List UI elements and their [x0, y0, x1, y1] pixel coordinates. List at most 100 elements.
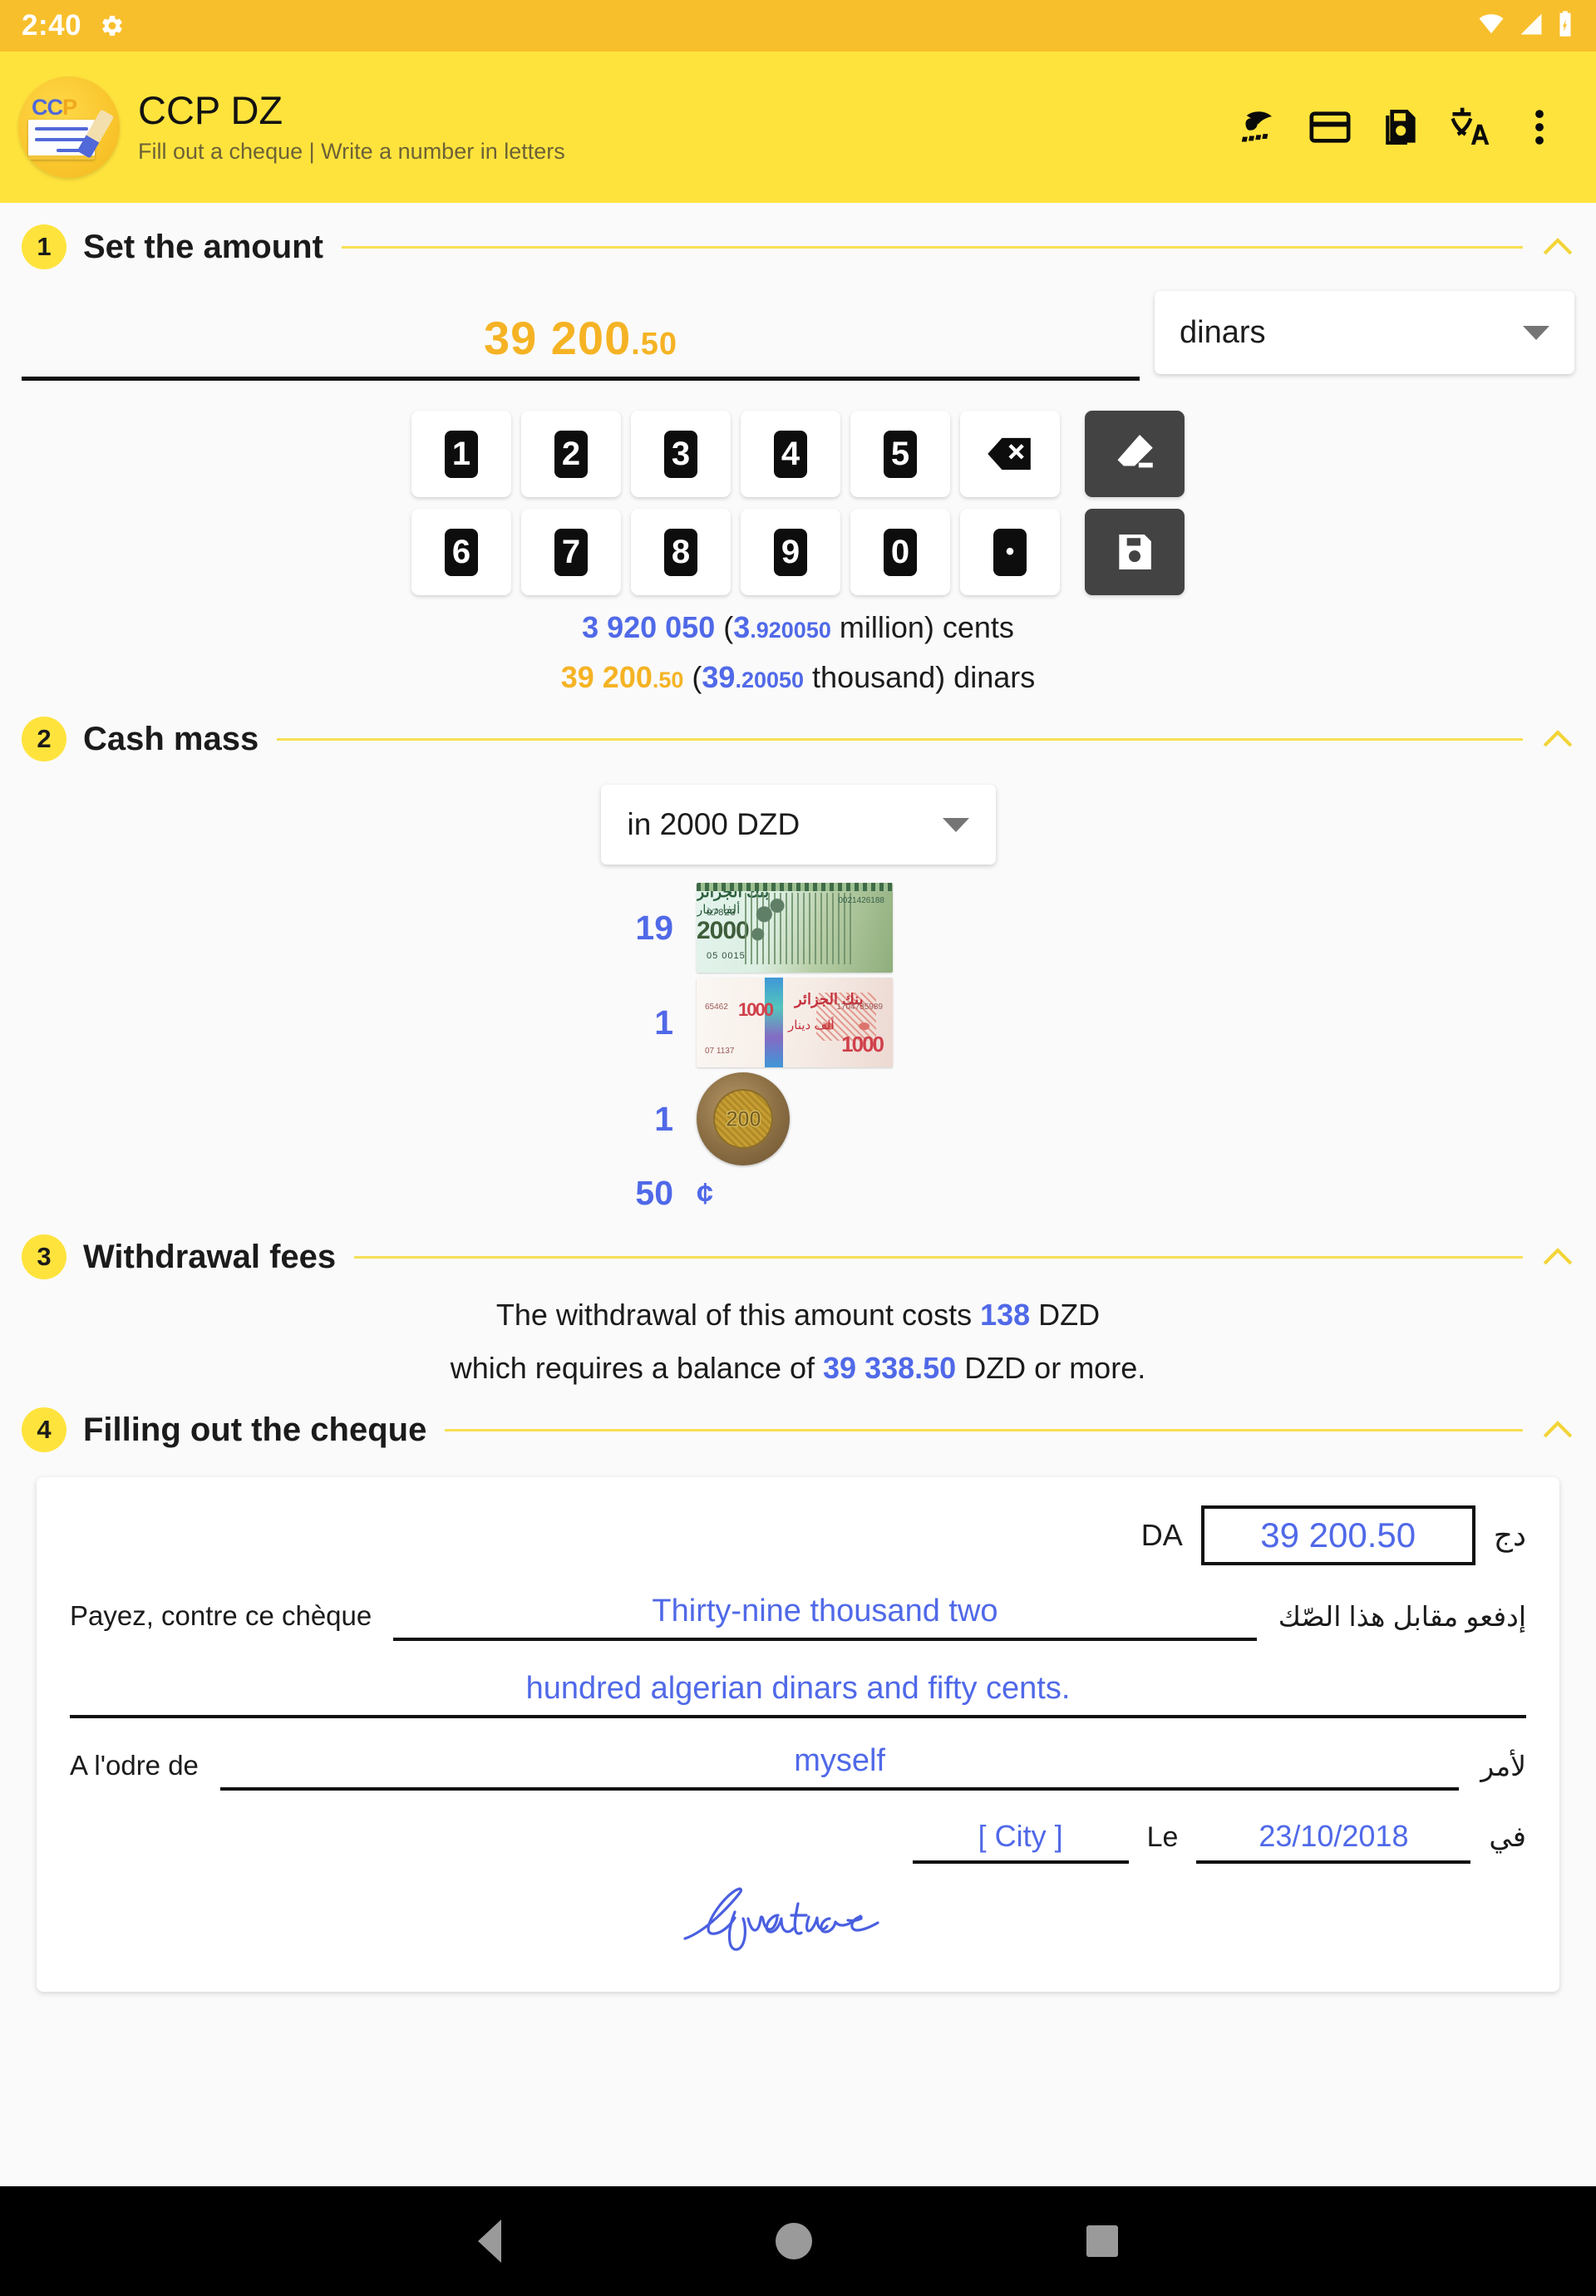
- amount-input-row: 39 200.50 dinars: [0, 291, 1596, 381]
- banknote-2000-dzd-icon: 07823 05 0015 0021426188 بنك الجزائر ألف…: [697, 883, 893, 973]
- cheque-words-line-2[interactable]: hundred algerian dinars and fifty cents.: [70, 1653, 1526, 1718]
- gear-icon: [100, 13, 125, 38]
- date-label-le: Le: [1146, 1821, 1179, 1853]
- currency-select[interactable]: dinars: [1155, 291, 1574, 374]
- erase-key[interactable]: [1085, 411, 1185, 497]
- keypad-row-1: 1 2 3 4 5: [411, 411, 1185, 497]
- denom-count: 19: [635, 908, 673, 947]
- denomination-breakdown: 19 07823 05 0015 0021426188 بنك الجزائر …: [0, 883, 1596, 1213]
- key-0[interactable]: 0: [850, 509, 950, 595]
- key-1[interactable]: 1: [411, 411, 511, 497]
- coin-200-dzd-icon: 200: [697, 1072, 790, 1165]
- list-item: 1 1000 1000 بنك الجزائر ألف دينار 65462 …: [0, 978, 1596, 1067]
- amount-integer: 39 200: [483, 312, 632, 364]
- key-5[interactable]: 5: [850, 411, 950, 497]
- status-icons: [1476, 10, 1574, 42]
- denomination-select-value: in 2000 DZD: [627, 807, 800, 841]
- app-screen: 2:40 CCP CCP DZ Fill out a cheque | Writ…: [0, 0, 1596, 2296]
- fee-line-2: which requires a balance of 39 338.50 DZ…: [450, 1351, 1146, 1385]
- cheque-amount-box[interactable]: 39 200.50: [1200, 1505, 1475, 1565]
- key-6[interactable]: 6: [411, 509, 511, 595]
- numeric-keypad: 1 2 3 4 5 6 7 8 9 0 •: [0, 411, 1596, 595]
- signal-icon: [1518, 12, 1544, 41]
- app-title-block: CCP DZ Fill out a cheque | Write a numbe…: [138, 90, 565, 164]
- banknote-1000-dzd-icon: 1000 1000 بنك الجزائر ألف دينار 65462 07…: [697, 978, 893, 1067]
- cheque-pay-row: Payez, contre ce chèque Thirty-nine thou…: [70, 1594, 1526, 1641]
- section-number: 1: [22, 224, 66, 269]
- page-subtitle: Fill out a cheque | Write a number in le…: [138, 138, 565, 164]
- key-7[interactable]: 7: [521, 509, 621, 595]
- key-2[interactable]: 2: [521, 411, 621, 497]
- key-4[interactable]: 4: [741, 411, 840, 497]
- section-rule: [277, 737, 1523, 741]
- currency-label-dj: دج: [1493, 1518, 1526, 1552]
- chevron-down-icon: [942, 817, 969, 832]
- pay-label-fr: Payez, contre ce chèque: [70, 1600, 372, 1631]
- section-title: Set the amount: [83, 228, 323, 265]
- section-title: Cash mass: [83, 720, 259, 757]
- algeria-post-logo-icon[interactable]: [1225, 92, 1295, 162]
- chevron-up-icon[interactable]: [1541, 1246, 1574, 1268]
- denom-count: 1: [654, 1003, 673, 1042]
- denomination-select[interactable]: in 2000 DZD: [600, 785, 996, 865]
- nav-recents-button[interactable]: [1086, 2225, 1118, 2257]
- section-header-cheque: 4 Filling out the cheque: [0, 1407, 1596, 1452]
- key-9[interactable]: 9: [741, 509, 840, 595]
- list-item: 1 200: [0, 1072, 1596, 1165]
- list-item: 19 07823 05 0015 0021426188 بنك الجزائر …: [0, 883, 1596, 973]
- currency-select-value: dinars: [1180, 314, 1266, 350]
- status-bar: 2:40: [0, 0, 1596, 52]
- nav-back-button[interactable]: [478, 2220, 501, 2263]
- key-8[interactable]: 8: [631, 509, 731, 595]
- app-bar: CCP CCP DZ Fill out a cheque | Write a n…: [0, 52, 1596, 203]
- cheque-words-line-1[interactable]: Thirty-nine thousand two: [393, 1594, 1257, 1641]
- section-title: Withdrawal fees: [83, 1238, 337, 1275]
- save-icon[interactable]: [1365, 92, 1435, 162]
- cheque-city-field[interactable]: [ City ]: [912, 1819, 1129, 1864]
- cent-symbol-icon: ¢: [697, 1175, 714, 1210]
- section-rule: [445, 1428, 1523, 1431]
- order-label-fr: A l'odre de: [70, 1750, 199, 1781]
- section-rule: [354, 1255, 1523, 1259]
- order-label-ar: لأمر: [1480, 1751, 1526, 1781]
- key-decimal-point[interactable]: •: [960, 509, 1060, 595]
- pay-label-ar: إدفعو مقابل هذا الصّك: [1278, 1601, 1526, 1632]
- amount-value: 39 200.50: [22, 311, 1140, 377]
- currency-label-da: DA: [1140, 1518, 1183, 1552]
- app-logo-icon: CCP: [18, 76, 120, 178]
- save-amount-key[interactable]: [1085, 509, 1185, 595]
- app-bar-actions: [1225, 92, 1574, 162]
- chevron-up-icon[interactable]: [1541, 236, 1574, 258]
- amount-underline: [22, 377, 1140, 381]
- chevron-up-icon[interactable]: [1541, 728, 1574, 750]
- cheque-card: DA 39 200.50 دج Payez, contre ce chèque …: [37, 1477, 1559, 1992]
- android-nav-bar: [0, 2186, 1596, 2296]
- cheque-date-field[interactable]: 23/10/2018: [1196, 1819, 1471, 1864]
- section-header-cash-mass: 2 Cash mass: [0, 717, 1596, 761]
- section-title: Filling out the cheque: [83, 1411, 427, 1448]
- fee-line-1: The withdrawal of this amount costs 138 …: [495, 1298, 1101, 1332]
- keypad-row-2: 6 7 8 9 0 •: [411, 509, 1185, 595]
- chevron-up-icon[interactable]: [1541, 1419, 1574, 1441]
- cheque-order-row: A l'odre de myself لأمر: [70, 1743, 1526, 1791]
- card-icon[interactable]: [1295, 92, 1365, 162]
- cheque-date-row: [ City ] Le 23/10/2018 في: [70, 1819, 1526, 1864]
- cheque-payee-field[interactable]: myself: [219, 1743, 1460, 1791]
- translate-icon[interactable]: [1435, 92, 1505, 162]
- denom-count: 1: [654, 1099, 673, 1138]
- cheque-signature[interactable]: [70, 1884, 1526, 1955]
- cents-count: 50: [635, 1174, 673, 1212]
- section-number: 2: [22, 717, 66, 761]
- cheque-amount-value: 39 200.50: [1260, 1515, 1416, 1554]
- cents-remainder: 50 ¢: [0, 1174, 1596, 1213]
- date-label-ar: في: [1489, 1821, 1526, 1853]
- nav-home-button[interactable]: [776, 2223, 812, 2259]
- chevron-down-icon: [1523, 325, 1549, 340]
- battery-charging-icon: [1556, 10, 1574, 42]
- section-header-fees: 3 Withdrawal fees: [0, 1234, 1596, 1279]
- section-header-amount: 1 Set the amount: [0, 224, 1596, 269]
- backspace-key[interactable]: [960, 411, 1060, 497]
- amount-field[interactable]: 39 200.50: [22, 291, 1140, 381]
- overflow-menu-icon[interactable]: [1505, 92, 1574, 162]
- key-3[interactable]: 3: [631, 411, 731, 497]
